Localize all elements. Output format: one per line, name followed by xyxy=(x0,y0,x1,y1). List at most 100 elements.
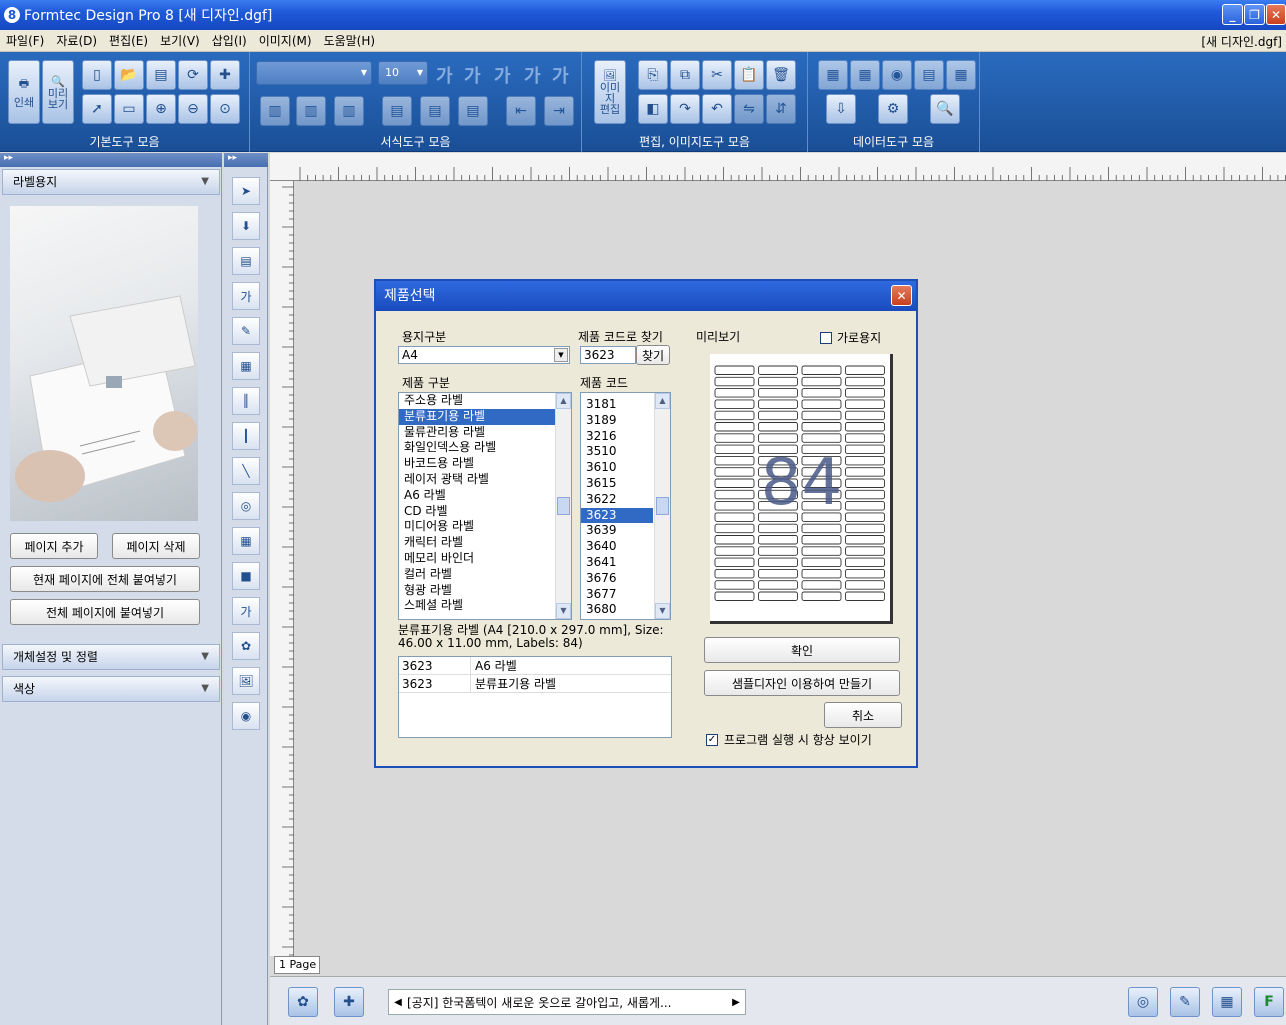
list-item[interactable]: 미디어용 라벨 xyxy=(399,519,555,535)
bold-glyph[interactable]: 가 xyxy=(436,62,453,88)
list-item[interactable]: A6 라벨 xyxy=(399,488,555,504)
italic-glyph[interactable]: 가 xyxy=(464,62,481,88)
list-item[interactable]: 3639 xyxy=(581,523,653,539)
import-image-icon[interactable]: ⬇ xyxy=(232,212,260,240)
indent-icon[interactable]: ⇤ xyxy=(506,96,536,126)
code-search-input[interactable]: 3623 xyxy=(580,346,636,364)
outdent-icon[interactable]: ⇥ xyxy=(544,96,574,126)
menu-edit[interactable]: 편집(E) xyxy=(109,32,148,49)
strike-glyph[interactable]: 가 xyxy=(524,62,541,88)
ok-button[interactable]: 확인 xyxy=(704,637,900,663)
paste-all-pages-button[interactable]: 전체 페이지에 붙여넣기 xyxy=(10,599,200,625)
data-db-icon[interactable]: ◉ xyxy=(882,60,912,90)
save-icon[interactable]: ▤ xyxy=(146,60,176,90)
add-page-button[interactable]: 페이지 추가 xyxy=(10,533,98,559)
menu-image[interactable]: 이미지(M) xyxy=(259,32,312,49)
dialog-close-button[interactable]: ✕ xyxy=(891,285,912,306)
sample-design-button[interactable]: 샘플디자인 이용하여 만들기 xyxy=(704,670,900,696)
color-header[interactable]: 색상 ▼ xyxy=(2,676,220,702)
barcode-icon[interactable]: ║ xyxy=(232,387,260,415)
align-middle-icon[interactable]: ▤ xyxy=(420,96,450,126)
copy-format-icon[interactable]: ⎘ xyxy=(638,60,668,90)
qr-code-icon[interactable]: ▦ xyxy=(232,352,260,380)
delete-page-button[interactable]: 페이지 삭제 xyxy=(112,533,200,559)
picture-icon[interactable]: 🖼 xyxy=(232,667,260,695)
chevron-right-icon[interactable]: ▶ xyxy=(727,997,745,1008)
always-show-checkbox[interactable]: ✓ xyxy=(706,734,718,746)
list-item[interactable]: 바코드용 라벨 xyxy=(399,456,555,472)
panel-collapse-bar[interactable]: ▸▸ xyxy=(0,153,222,167)
align-top-icon[interactable]: ▤ xyxy=(382,96,412,126)
text-art-icon[interactable]: ✎ xyxy=(232,317,260,345)
media-icon[interactable]: ◉ xyxy=(232,702,260,730)
add-page-icon[interactable]: ✚ xyxy=(210,60,240,90)
paper-type-select[interactable]: A4 ▼ xyxy=(398,346,570,364)
object-settings-header[interactable]: 개체설정 및 정렬 ▼ xyxy=(2,644,220,670)
underline-glyph[interactable]: 가 xyxy=(494,62,511,88)
scroll-up-icon[interactable]: ▲ xyxy=(556,393,571,409)
blank-icon[interactable]: ▭ xyxy=(114,94,144,124)
list-item[interactable]: 컬러 라벨 xyxy=(399,567,555,583)
list-item[interactable]: 메모리 바인더 xyxy=(399,551,555,567)
code-scrollbar[interactable]: ▲ ▼ xyxy=(654,393,670,619)
text-box-icon[interactable]: ▤ xyxy=(232,247,260,275)
zoom-fit-icon[interactable]: ⊙ xyxy=(210,94,240,124)
list-item[interactable]: 주소용 라벨 xyxy=(399,393,555,409)
paste-icon[interactable]: 📋 xyxy=(734,60,764,90)
list-item[interactable]: 레이저 광택 라벨 xyxy=(399,472,555,488)
font-size-combo[interactable]: 10 xyxy=(378,61,428,85)
scroll-thumb[interactable] xyxy=(656,497,669,515)
scroll-down-icon[interactable]: ▼ xyxy=(655,603,670,619)
list-item[interactable]: 3189 xyxy=(581,413,653,429)
grid-icon[interactable]: ▦ xyxy=(1212,987,1242,1017)
copy-icon[interactable]: ⧉ xyxy=(670,60,700,90)
list-item[interactable]: 물류관리용 라벨 xyxy=(399,425,555,441)
cut-icon[interactable]: ✂ xyxy=(702,60,732,90)
list-item[interactable]: 캐릭터 라벨 xyxy=(399,535,555,551)
line-icon[interactable]: ╲ xyxy=(232,457,260,485)
menu-insert[interactable]: 삽입(I) xyxy=(212,32,247,49)
gradient-icon[interactable]: ■ xyxy=(232,562,260,590)
data-settings-icon[interactable]: ⚙ xyxy=(878,94,908,124)
shape-icon[interactable]: ◎ xyxy=(232,492,260,520)
data-grid-icon[interactable]: ▦ xyxy=(946,60,976,90)
category-scrollbar[interactable]: ▲ ▼ xyxy=(555,393,571,619)
menu-help[interactable]: 도움말(H) xyxy=(324,32,376,49)
open-icon[interactable]: 📂 xyxy=(114,60,144,90)
menu-data[interactable]: 자료(D) xyxy=(56,32,97,49)
redo-icon[interactable]: ↷ xyxy=(670,94,700,124)
minimize-button[interactable]: _ xyxy=(1222,4,1243,25)
list-item[interactable]: 화일인덱스용 라벨 xyxy=(399,440,555,456)
table-icon[interactable]: ▦ xyxy=(232,527,260,555)
list-item[interactable]: 3680 xyxy=(581,602,653,618)
barcode-2-icon[interactable]: ┃ xyxy=(232,422,260,450)
list-item[interactable]: 3615 xyxy=(581,476,653,492)
print-button[interactable]: 🖶 인쇄 xyxy=(8,60,40,124)
data-add-icon[interactable]: ▦ xyxy=(850,60,880,90)
scroll-up-icon[interactable]: ▲ xyxy=(655,393,670,409)
export-icon[interactable]: ➚ xyxy=(82,94,112,124)
data-list-icon[interactable]: ▤ xyxy=(914,60,944,90)
align-bottom-icon[interactable]: ▤ xyxy=(458,96,488,126)
font-name-combo[interactable] xyxy=(256,61,372,85)
table-row[interactable]: 3623 A6 라벨 xyxy=(399,657,671,675)
close-button[interactable]: ✕ xyxy=(1266,4,1286,25)
flip-vertical-icon[interactable]: ⇵ xyxy=(766,94,796,124)
clipart-icon[interactable]: ✿ xyxy=(232,632,260,660)
toolstrip-collapse-bar[interactable]: ▸▸ xyxy=(224,153,268,167)
web-icon[interactable]: ◎ xyxy=(1128,987,1158,1017)
menu-view[interactable]: 보기(V) xyxy=(160,32,200,49)
find-button[interactable]: 찾기 xyxy=(636,345,670,365)
pointer-icon[interactable]: ➤ xyxy=(232,177,260,205)
cancel-button[interactable]: 취소 xyxy=(824,702,902,728)
layer-icon[interactable]: ◧ xyxy=(638,94,668,124)
chevron-down-icon[interactable]: ▼ xyxy=(554,348,568,362)
list-item[interactable]: 3641 xyxy=(581,555,653,571)
font-art-icon[interactable]: 가 xyxy=(232,597,260,625)
category-list[interactable]: 주소용 라벨 분류표기용 라벨 물류관리용 라벨 화일인덱스용 라벨 바코드용 라벨 레이… xyxy=(398,392,572,620)
list-item[interactable]: 3622 xyxy=(581,492,653,508)
scroll-thumb[interactable] xyxy=(557,497,570,515)
zoom-in-icon[interactable]: ⊕ xyxy=(146,94,176,124)
align-center-icon[interactable]: ▥ xyxy=(296,96,326,126)
label-paper-header[interactable]: 라벨용지 ▼ xyxy=(2,169,220,195)
